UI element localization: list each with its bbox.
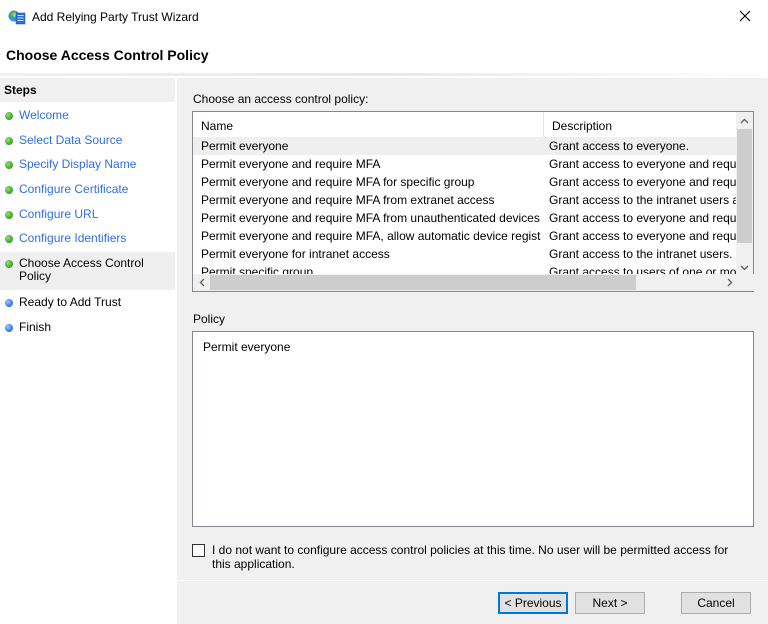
close-icon (739, 10, 751, 22)
policy-text: Permit everyone (203, 340, 291, 354)
step-choose-access-control-policy: Choose Access Control Policy (0, 252, 175, 290)
chevron-down-icon (740, 265, 749, 270)
step-welcome[interactable]: Welcome (0, 104, 175, 128)
scroll-up-button[interactable] (736, 112, 753, 129)
policy-list[interactable]: Name Description Permit everyone Grant a… (192, 111, 755, 292)
list-row[interactable]: Permit everyone and require MFA from ext… (193, 191, 738, 209)
step-complete-icon (5, 211, 13, 219)
step-ready-to-add-trust: Ready to Add Trust (0, 291, 175, 315)
steps-header: Steps (0, 78, 175, 102)
list-row[interactable]: Permit everyone and require MFA for spec… (193, 173, 738, 191)
main-panel: Choose an access control policy: Name De… (177, 78, 768, 624)
list-row[interactable]: Permit everyone and require MFA, allow a… (193, 227, 738, 245)
steps-sidebar: Steps Welcome Select Data Source Specify… (0, 78, 175, 624)
step-pending-icon (5, 324, 13, 332)
step-complete-icon (5, 186, 13, 194)
row-description: Grant access to everyone and requir (549, 229, 738, 243)
list-row[interactable]: Permit everyone and require MFA from una… (193, 209, 738, 227)
choose-policy-label: Choose an access control policy: (193, 92, 369, 106)
window-title: Add Relying Party Trust Wizard (32, 10, 199, 24)
row-description: Grant access to the intranet users. (549, 247, 733, 261)
step-select-data-source[interactable]: Select Data Source (0, 129, 175, 153)
row-name: Permit everyone and require MFA for spec… (201, 175, 475, 189)
policy-label: Policy (193, 312, 226, 326)
footer-divider (177, 580, 768, 581)
list-rows: Permit everyone Grant access to everyone… (193, 137, 738, 276)
step-label: Select Data Source (19, 133, 123, 147)
list-header: Name Description (193, 112, 738, 137)
steps-title: Steps (4, 83, 37, 97)
column-header-name[interactable]: Name (193, 112, 544, 137)
step-configure-certificate[interactable]: Configure Certificate (0, 178, 175, 202)
row-name: Permit everyone for intranet access (201, 247, 390, 261)
step-specify-display-name[interactable]: Specify Display Name (0, 153, 175, 177)
previous-button[interactable]: < Previous (498, 592, 568, 614)
row-description: Grant access to everyone and requir (549, 175, 738, 189)
wizard-app-icon (8, 9, 26, 25)
step-label: Finish (19, 320, 52, 334)
row-description: Grant access to everyone. (549, 139, 690, 153)
cancel-button[interactable]: Cancel (681, 592, 751, 614)
row-description: Grant access to everyone and requir (549, 157, 738, 171)
vertical-scroll-thumb[interactable] (737, 129, 752, 243)
step-pending-icon (5, 299, 13, 307)
row-name: Permit everyone (201, 139, 289, 153)
step-label: Configure Identifiers (19, 231, 127, 245)
step-complete-icon (5, 137, 13, 145)
page-header: Choose Access Control Policy (0, 36, 768, 76)
step-configure-identifiers[interactable]: Configure Identifiers (0, 227, 175, 251)
step-label: Ready to Add Trust (19, 295, 122, 309)
step-finish: Finish (0, 316, 175, 340)
step-current-icon (5, 260, 13, 268)
close-button[interactable] (722, 0, 768, 32)
page-title: Choose Access Control Policy (6, 47, 209, 63)
step-label: Specify Display Name (19, 157, 137, 171)
chevron-right-icon (727, 278, 732, 287)
vertical-scrollbar[interactable] (736, 112, 753, 276)
row-description: Grant access to everyone and requir (549, 211, 738, 225)
row-name: Permit everyone and require MFA (201, 157, 381, 171)
step-complete-icon (5, 235, 13, 243)
list-row[interactable]: Permit everyone for intranet access Gran… (193, 245, 738, 263)
chevron-left-icon (199, 278, 204, 287)
skip-policy-checkbox[interactable] (192, 544, 205, 557)
policy-details: Permit everyone (192, 331, 754, 527)
title-bar: Add Relying Party Trust Wizard (0, 0, 768, 36)
step-complete-icon (5, 161, 13, 169)
list-row[interactable]: Permit everyone Grant access to everyone… (193, 137, 738, 155)
header-divider (0, 73, 768, 76)
horizontal-scroll-thumb[interactable] (210, 275, 636, 290)
row-description: Grant access to the intranet users ar (549, 193, 738, 207)
column-header-description[interactable]: Description (544, 112, 738, 137)
step-label: Configure Certificate (19, 182, 129, 196)
step-configure-url[interactable]: Configure URL (0, 203, 175, 227)
step-label: Choose Access Control Policy (19, 256, 144, 283)
step-complete-icon (5, 112, 13, 120)
row-name: Permit everyone and require MFA, allow a… (201, 229, 541, 243)
chevron-up-icon (740, 118, 749, 123)
skip-policy-label[interactable]: I do not want to configure access contro… (212, 543, 742, 571)
next-button[interactable]: Next > (575, 592, 645, 614)
step-label: Welcome (19, 108, 69, 122)
list-row[interactable]: Permit everyone and require MFA Grant ac… (193, 155, 738, 173)
scroll-right-button[interactable] (721, 274, 738, 291)
horizontal-scrollbar[interactable] (193, 274, 755, 291)
scroll-left-button[interactable] (193, 274, 210, 291)
row-name: Permit everyone and require MFA from ext… (201, 193, 495, 207)
row-name: Permit everyone and require MFA from una… (201, 211, 540, 225)
step-label: Configure URL (19, 207, 99, 221)
